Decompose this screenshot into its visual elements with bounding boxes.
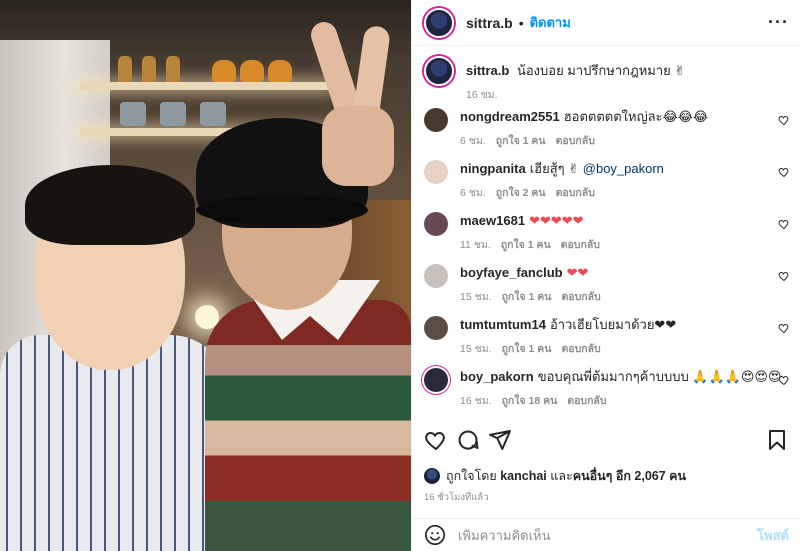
bookmark-icon[interactable] [765, 428, 789, 452]
comment-time: 16 ชม. [460, 395, 492, 407]
post-header: sittra.b • ติดตาม ··· [412, 0, 800, 46]
comment-username[interactable]: nongdream2551 [460, 109, 560, 124]
post-side-panel: sittra.b • ติดตาม ··· sittra.b น้องบอย ม… [411, 0, 800, 551]
more-icon[interactable]: ··· [768, 12, 789, 33]
reply-button[interactable]: ตอบกลับ [561, 239, 600, 251]
person-left-hair [25, 165, 195, 245]
photo-pot [200, 102, 226, 126]
photo-bottle [166, 56, 180, 82]
heart-icon[interactable] [778, 374, 790, 386]
comment-item: boyfaye_fanclub ❤❤ 15 ชม. ถูกใจ 1 คน ตอบกลั… [424, 264, 794, 304]
comment-username[interactable]: boy_pakorn [460, 369, 534, 384]
comment-time: 6 ชม. [460, 187, 486, 199]
comment-likes[interactable]: ถูกใจ 1 คน [501, 239, 551, 251]
reply-button[interactable]: ตอบกลับ [561, 343, 600, 355]
reply-button[interactable]: ตอบกลับ [556, 135, 595, 147]
likes-summary[interactable]: ถูกใจโดย kanchai และ คนอื่นๆ อีก 2,067 คน [424, 466, 686, 486]
commenter-avatar[interactable] [424, 264, 448, 288]
photo-pot [120, 102, 146, 126]
comment-item: boy_pakorn ขอบคุณพี่ต้มมากๆค้าบบบบ 🙏🙏🙏😍😍😍… [424, 368, 794, 408]
comment-text: อ้าวเฮียโบยมาด้วย❤❤ [549, 317, 677, 332]
heart-icon[interactable] [778, 322, 790, 334]
comment-time: 6 ชม. [460, 135, 486, 147]
likes-middle: และ [550, 469, 573, 483]
likes-others[interactable]: คนอื่นๆ อีก 2,067 คน [573, 466, 686, 486]
commenter-avatar[interactable] [424, 160, 448, 184]
liker-avatar [424, 468, 440, 484]
heart-icon[interactable] [778, 166, 790, 178]
instagram-post: sittra.b • ติดตาม ··· sittra.b น้องบอย ม… [0, 0, 800, 551]
comments-section[interactable]: sittra.b น้องบอย มาปรึกษากฎหมาย ✌ 16 ชม.… [412, 46, 800, 418]
comment-likes[interactable]: ถูกใจ 1 คน [496, 135, 546, 147]
author-avatar[interactable] [424, 7, 454, 38]
comment-item: maew1681 ❤❤❤❤❤ 11 ชม. ถูกใจ 1 คน ตอบกลับ [424, 212, 794, 252]
emoji-icon[interactable] [424, 524, 446, 546]
add-comment-bar: โพสต์ [412, 518, 800, 551]
reply-button[interactable]: ตอบกลับ [561, 291, 600, 303]
photo-bottle [118, 56, 132, 82]
author-username[interactable]: sittra.b [466, 15, 513, 31]
photo-jar [212, 60, 236, 82]
commenter-avatar[interactable] [424, 108, 448, 132]
caption-username[interactable]: sittra.b [466, 63, 509, 78]
photo-jar [268, 60, 292, 82]
reply-button[interactable]: ตอบกลับ [556, 187, 595, 199]
heart-icon[interactable] [424, 428, 448, 452]
separator-dot: • [518, 14, 524, 31]
commenter-avatar[interactable] [424, 368, 448, 392]
heart-icon[interactable] [778, 270, 790, 282]
follow-button[interactable]: ติดตาม [530, 12, 571, 33]
post-time-ago: 16 ชั่วโมงที่แล้ว [424, 492, 489, 503]
comment-item: nongdream2551 ฮอตตตตตใหญ่ละ😂😂😂 6 ชม. ถูกใจ… [424, 108, 794, 148]
comment-item: ningpanita เฮียสู้ๆ ✌ @boy_pakorn 6 ชม. ถู… [424, 160, 794, 200]
palm [322, 106, 394, 186]
comment-time: 15 ชม. [460, 291, 492, 303]
mention-link[interactable]: @boy_pakorn [583, 161, 664, 176]
photo-shelf [80, 82, 330, 90]
post-comment-button[interactable]: โพสต์ [757, 525, 789, 546]
action-bar [412, 428, 800, 458]
person-right-shirt [205, 300, 411, 551]
photo-jar [240, 60, 264, 82]
comment-likes[interactable]: ถูกใจ 1 คน [502, 343, 552, 355]
comment-username[interactable]: boyfaye_fanclub [460, 265, 563, 280]
reply-button[interactable]: ตอบกลับ [567, 395, 606, 407]
likes-prefix: ถูกใจโดย [446, 469, 497, 483]
caption-avatar[interactable] [424, 56, 454, 86]
caption-text: น้องบอย มาปรึกษากฎหมาย ✌ [516, 63, 686, 78]
comment-icon[interactable] [456, 428, 480, 452]
comment-username[interactable]: maew1681 [460, 213, 525, 228]
comment-likes[interactable]: ถูกใจ 1 คน [502, 291, 552, 303]
post-caption: sittra.b น้องบอย มาปรึกษากฎหมาย ✌ 16 ชม. [424, 56, 784, 103]
photo-pot [160, 102, 186, 126]
comment-input[interactable] [458, 527, 758, 543]
share-icon[interactable] [488, 428, 512, 452]
heart-icon[interactable] [778, 114, 790, 126]
comment-item: tumtumtum14 อ้าวเฮียโบยมาด้วย❤❤ 15 ชม. ถูก… [424, 316, 794, 356]
commenter-avatar[interactable] [424, 316, 448, 340]
comment-text: ❤❤❤❤❤ [529, 213, 584, 228]
comment-time: 11 ชม. [460, 239, 491, 251]
comment-text: ❤❤ [566, 265, 589, 280]
comment-text: เฮียสู้ๆ ✌ [529, 161, 580, 176]
comment-text: ขอบคุณพี่ต้มมากๆค้าบบบบ 🙏🙏🙏😍😍😍 [537, 369, 782, 384]
comment-username[interactable]: ningpanita [460, 161, 526, 176]
bucket-hat-brim [196, 195, 368, 225]
peace-sign-hand [307, 18, 398, 186]
heart-icon[interactable] [778, 218, 790, 230]
comment-likes[interactable]: ถูกใจ 18 คน [502, 395, 558, 407]
comment-text: ฮอตตตตตใหญ่ละ😂😂😂 [563, 109, 709, 124]
comment-likes[interactable]: ถูกใจ 2 คน [496, 187, 546, 199]
comment-time: 15 ชม. [460, 343, 492, 355]
caption-time: 16 ชม. [466, 89, 498, 101]
liker-username[interactable]: kanchai [500, 469, 547, 483]
commenter-avatar[interactable] [424, 212, 448, 236]
comment-username[interactable]: tumtumtum14 [460, 317, 546, 332]
post-photo[interactable] [0, 0, 411, 551]
photo-bottle [142, 56, 156, 82]
